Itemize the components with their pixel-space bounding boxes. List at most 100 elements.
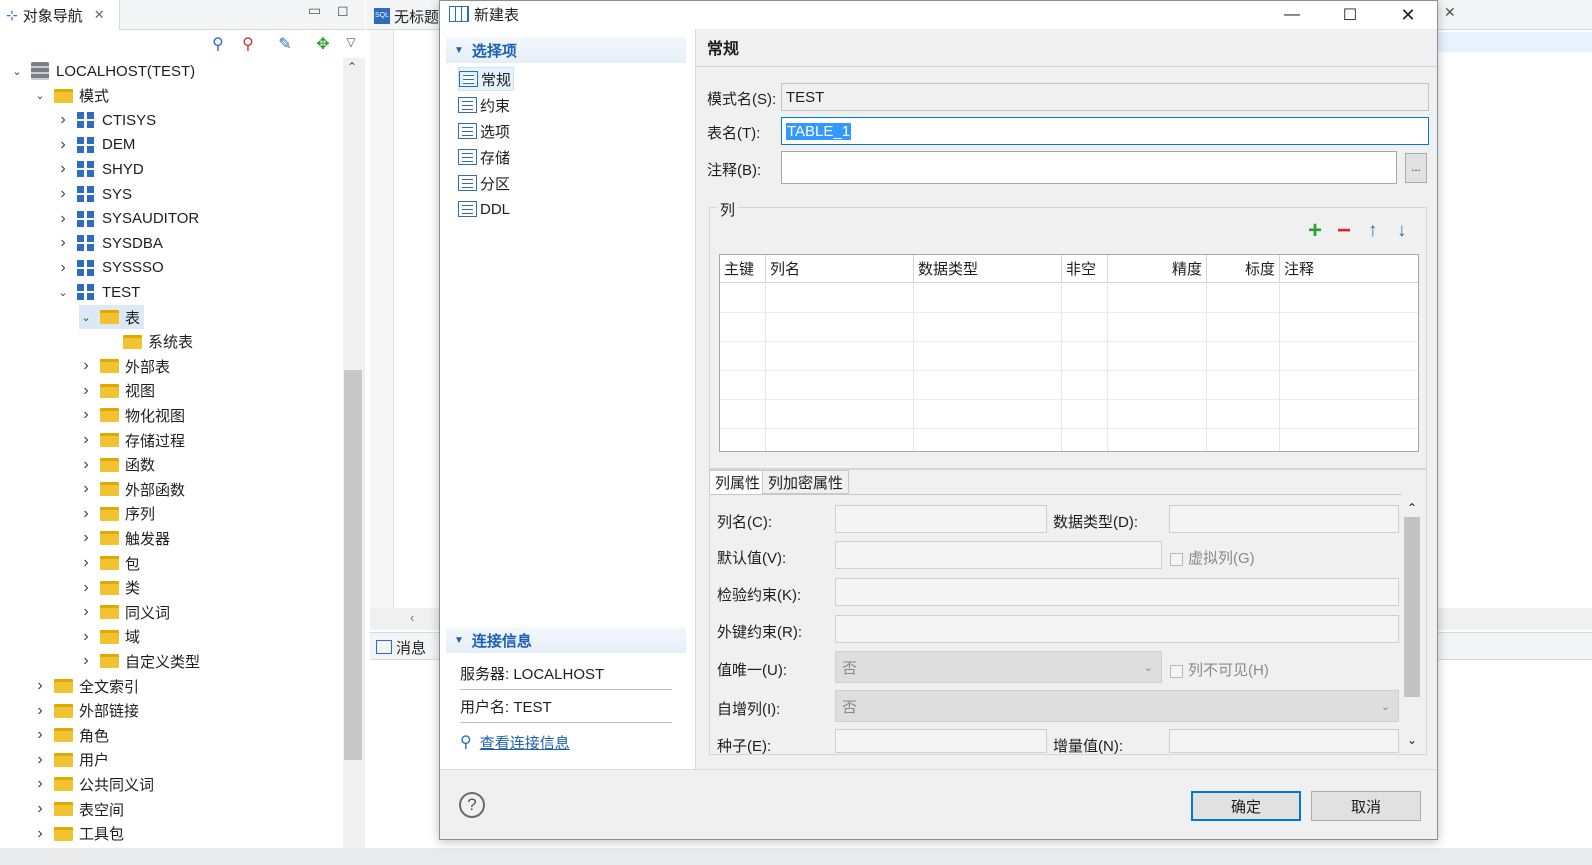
unique-select[interactable]: 否 ⌄ <box>835 651 1162 683</box>
chevron-right-icon[interactable]: › <box>79 628 93 646</box>
connect-icon[interactable]: ⚲ <box>208 34 228 54</box>
chevron-right-icon[interactable]: › <box>79 406 93 424</box>
chevron-right-icon[interactable]: › <box>33 702 47 720</box>
tree-node[interactable]: ⌄ 模式 <box>33 84 109 108</box>
tree-node[interactable]: › 公共同义词 <box>33 772 154 796</box>
minimize-window-icon[interactable]: — <box>1269 1 1315 29</box>
column-header-comment[interactable]: 注释 <box>1280 255 1418 283</box>
chevron-down-icon[interactable]: ⌄ <box>56 286 70 299</box>
chevron-right-icon[interactable]: › <box>79 603 93 621</box>
chevron-right-icon[interactable]: › <box>79 529 93 547</box>
chevron-right-icon[interactable]: › <box>33 825 47 843</box>
option-general[interactable]: 常规 <box>458 67 515 91</box>
tree-node[interactable]: › 全文索引 <box>33 674 139 698</box>
option-storage[interactable]: 存储 <box>458 145 510 169</box>
properties-scroll-thumb[interactable] <box>1404 517 1420 697</box>
chevron-right-icon[interactable]: › <box>79 652 93 670</box>
tree-node[interactable]: ⌄ 表 <box>79 305 145 329</box>
chevron-right-icon[interactable]: › <box>79 357 93 375</box>
tab-untitled-editor[interactable]: SQL 无标题 <box>374 3 439 29</box>
chevron-right-icon[interactable]: › <box>79 456 93 474</box>
cancel-button[interactable]: 取消 <box>1311 791 1421 821</box>
close-editor-icon[interactable]: ✕ <box>1444 4 1456 21</box>
chevron-down-icon[interactable]: ⌄ <box>10 65 24 78</box>
column-header-name[interactable]: 列名 <box>766 255 914 283</box>
data-type-input[interactable] <box>1169 505 1399 533</box>
seed-input[interactable] <box>835 729 1047 753</box>
move-down-icon[interactable]: ↓ <box>1397 220 1407 242</box>
chevron-right-icon[interactable]: › <box>79 554 93 572</box>
tree-node[interactable]: › 外部表 <box>79 354 170 378</box>
properties-scrollbar[interactable]: ⌃ ⌄ <box>1403 501 1421 751</box>
options-section-header[interactable]: ▼ 选择项 <box>446 37 686 63</box>
chevron-right-icon[interactable]: › <box>79 579 93 597</box>
chevron-right-icon[interactable]: › <box>56 111 70 129</box>
chevron-right-icon[interactable]: › <box>56 210 70 228</box>
tree-node[interactable]: › 包 <box>79 551 140 575</box>
chevron-right-icon[interactable]: › <box>79 431 93 449</box>
tree-node[interactable]: › 物化视图 <box>79 403 185 427</box>
chevron-right-icon[interactable]: › <box>33 726 47 744</box>
tree-node[interactable]: › 函数 <box>79 453 155 477</box>
tree-node[interactable]: › 用户 <box>33 748 109 772</box>
tab-column-properties[interactable]: 列属性 <box>709 470 767 494</box>
tree-node[interactable]: › 同义词 <box>79 600 170 624</box>
tree-node[interactable]: › 工具包 <box>33 822 124 846</box>
navigator-scroll-thumb[interactable] <box>344 370 362 760</box>
scroll-left-icon[interactable]: ‹ <box>410 610 414 625</box>
chevron-down-icon[interactable]: ⌄ <box>79 311 93 324</box>
tree-node[interactable]: › 域 <box>79 625 140 649</box>
view-connection-link[interactable]: 查看连接信息 <box>480 732 570 753</box>
chevron-right-icon[interactable]: › <box>56 160 70 178</box>
help-icon[interactable]: ? <box>459 792 485 818</box>
minimize-icon[interactable]: ▭ <box>308 2 321 19</box>
column-header-scale[interactable]: 标度 <box>1207 255 1280 283</box>
option-options[interactable]: 选项 <box>458 119 510 143</box>
chevron-right-icon[interactable]: › <box>56 234 70 252</box>
chevron-right-icon[interactable]: › <box>79 505 93 523</box>
tree-node[interactable]: › SYSDBA <box>56 231 163 255</box>
tree-node[interactable]: › 类 <box>79 576 140 600</box>
tab-object-navigator[interactable]: ⊹ 对象导航 ✕ <box>0 0 120 30</box>
comment-input[interactable] <box>781 151 1397 184</box>
disconnect-icon[interactable]: ⚲ <box>238 34 258 54</box>
tree-node[interactable]: › 序列 <box>79 502 155 526</box>
edit-icon[interactable]: ✎ <box>275 34 295 54</box>
tree-node[interactable]: › SHYD <box>56 157 143 181</box>
scroll-down-icon[interactable]: ⌄ <box>1407 733 1417 747</box>
tree-node[interactable]: › 触发器 <box>79 526 170 550</box>
invisible-column-checkbox[interactable]: 列不可见(H) <box>1170 659 1269 680</box>
tree-node[interactable]: › DEM <box>56 133 135 157</box>
tab-messages[interactable]: 消息 <box>376 635 426 659</box>
close-window-icon[interactable]: ✕ <box>1385 1 1431 29</box>
dialog-titlebar[interactable]: 新建表 — ☐ ✕ <box>440 1 1437 29</box>
tree-node[interactable]: 系统表 <box>102 330 193 354</box>
column-header-precision[interactable]: 精度 <box>1108 255 1207 283</box>
column-header-pk[interactable]: 主键 <box>720 255 766 283</box>
close-icon[interactable]: ✕ <box>94 7 105 23</box>
chevron-right-icon[interactable]: › <box>33 677 47 695</box>
tree-node[interactable]: › 角色 <box>33 723 109 747</box>
identity-select[interactable]: 否 ⌄ <box>835 690 1399 722</box>
view-menu-icon[interactable]: ▽ <box>341 32 361 52</box>
tree-node[interactable]: › 外部函数 <box>79 477 185 501</box>
check-constraint-input[interactable] <box>835 578 1399 606</box>
scroll-up-icon[interactable]: ⌃ <box>347 60 357 74</box>
option-ddl[interactable]: DDL <box>458 197 510 221</box>
columns-table[interactable]: 主键 列名 数据类型 非空 精度 标度 注释 <box>719 254 1419 452</box>
expand-all-icon[interactable]: ✥ <box>313 34 333 54</box>
column-header-type[interactable]: 数据类型 <box>914 255 1062 283</box>
tree-node[interactable]: › 视图 <box>79 379 155 403</box>
chevron-down-icon[interactable]: ⌄ <box>33 89 47 102</box>
chevron-right-icon[interactable]: › <box>56 259 70 277</box>
move-up-icon[interactable]: ↑ <box>1368 220 1378 242</box>
tree-node[interactable]: ⌄ TEST <box>56 280 140 304</box>
remove-column-icon[interactable]: − <box>1337 219 1351 243</box>
chevron-right-icon[interactable]: › <box>79 480 93 498</box>
tree-node[interactable]: › 表空间 <box>33 797 124 821</box>
increment-input[interactable] <box>1169 729 1399 753</box>
tree-node[interactable]: › CTISYS <box>56 108 156 132</box>
option-partition[interactable]: 分区 <box>458 171 510 195</box>
tree-node[interactable]: › 存储过程 <box>79 428 185 452</box>
option-constraints[interactable]: 约束 <box>458 93 510 117</box>
